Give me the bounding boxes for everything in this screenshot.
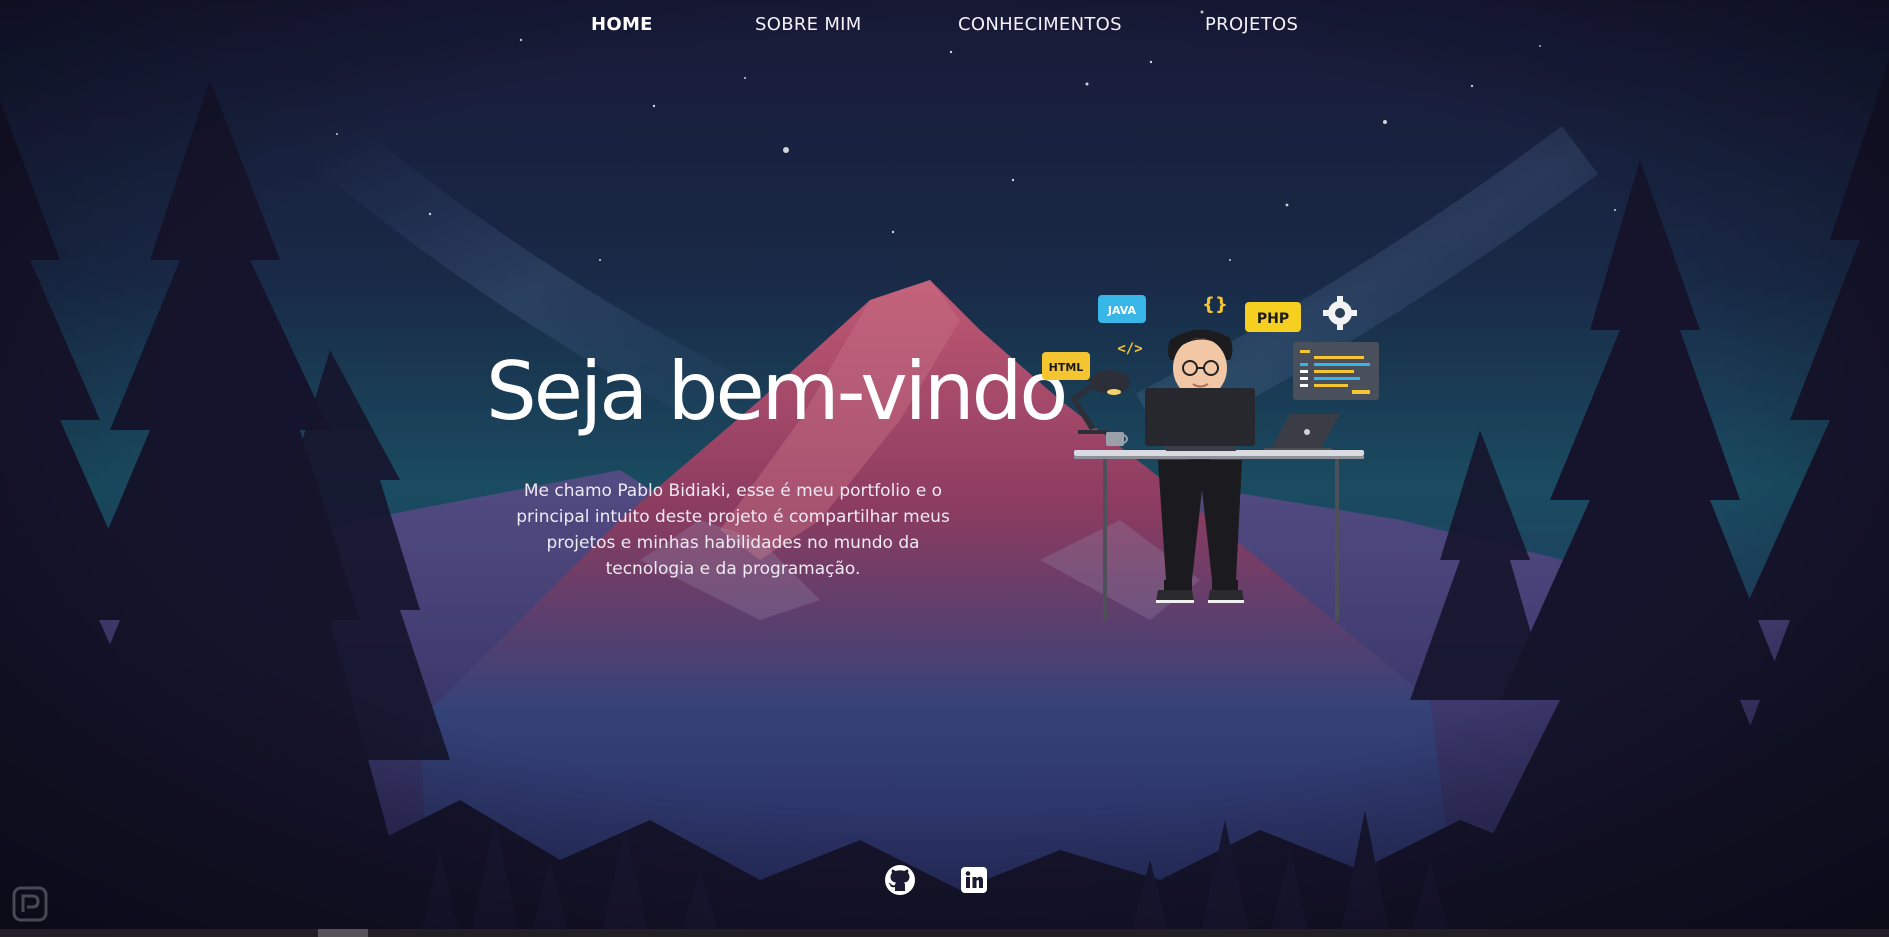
background-landscape — [0, 0, 1889, 937]
java-badge-label: JAVA — [1107, 304, 1137, 317]
html-badge: HTML — [1042, 352, 1090, 380]
corner-logo-icon — [12, 886, 48, 922]
nav-projetos[interactable]: PROJETOS — [1205, 14, 1298, 35]
php-badge: PHP — [1245, 302, 1301, 332]
keyboard — [1166, 446, 1236, 451]
laptop — [1264, 414, 1340, 452]
braces-label: {} — [1202, 294, 1228, 315]
hero-description: Me chamo Pablo Bidiaki, esse é meu portf… — [516, 481, 950, 579]
developer-legs — [1156, 460, 1244, 603]
gear-icon — [1323, 296, 1357, 330]
scrollbar-thumb[interactable] — [318, 929, 368, 937]
braces-badge: {} — [1202, 294, 1228, 315]
java-badge: JAVA — [1098, 295, 1146, 323]
php-badge-label: PHP — [1257, 311, 1289, 327]
horizontal-scrollbar[interactable] — [0, 929, 1889, 937]
code-tag-badge: </> — [1117, 341, 1142, 357]
developer-illustration: JAVA {} PHP HTML </> — [1042, 294, 1379, 621]
page: HOME SOBRE MIM CONHECIMENTOS PROJETOS Se… — [0, 0, 1889, 937]
html-badge-label: HTML — [1049, 361, 1084, 374]
linkedin-icon[interactable] — [958, 864, 990, 896]
nav-home[interactable]: HOME — [591, 14, 653, 35]
hero-title: Seja bem-vindo — [486, 345, 1068, 438]
code-window-icon — [1293, 342, 1379, 400]
main-nav: HOME SOBRE MIM CONHECIMENTOS PROJETOS — [0, 14, 1889, 44]
nav-conhecimentos[interactable]: CONHECIMENTOS — [958, 14, 1122, 35]
code-tag-label: </> — [1117, 341, 1142, 357]
nav-sobre-mim[interactable]: SOBRE MIM — [755, 14, 862, 35]
coffee-mug — [1106, 432, 1128, 446]
github-icon[interactable] — [884, 864, 916, 896]
